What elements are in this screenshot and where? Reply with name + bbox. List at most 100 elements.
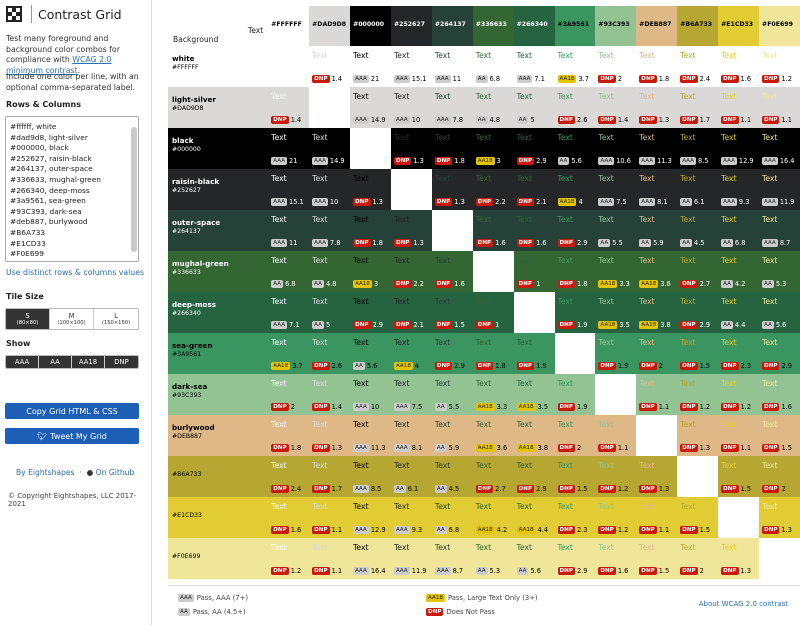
sample-text: Text xyxy=(271,92,287,101)
grid-cell xyxy=(554,333,596,374)
grid-cell: Text AA18 3 xyxy=(350,251,391,292)
badge-dnp: DNP xyxy=(762,526,780,534)
grid-cell: Text DNP 1.7 xyxy=(677,87,719,128)
badge-dnp: DNP xyxy=(721,116,739,124)
grid-row: light-silver #DAD9D8 Text DNP 1.4 Text AAA 14.9… xyxy=(168,87,800,128)
show-label: Show xyxy=(6,339,31,348)
sample-text: Text xyxy=(353,174,369,183)
corner-background-label: Background xyxy=(173,35,219,44)
brand[interactable]: Contrast Grid xyxy=(6,5,122,23)
github-link[interactable]: On Github xyxy=(96,468,135,477)
sample-text: Text xyxy=(680,256,696,265)
tweet-label: Tweet My Grid xyxy=(50,431,107,441)
about-wcag-link[interactable]: About WCAG 2.0 contrast xyxy=(699,600,788,608)
grid-cell: Text DNP 1.8 xyxy=(431,128,473,169)
distinct-values-link[interactable]: Use distinct rows & columns values xyxy=(6,268,144,277)
show-option-dnp[interactable]: DNP xyxy=(105,356,138,368)
legend-aa18-text: Pass, Large Text Only (3+) xyxy=(447,594,538,602)
copyright: © Copyright Eightshapes, LLC 2017-2021 xyxy=(8,492,137,508)
tile-size-option[interactable]: L (150×150) xyxy=(94,309,138,329)
sample-text: Text xyxy=(353,92,369,101)
contrast-ratio: 5.5 xyxy=(612,239,623,247)
sample-text: Text xyxy=(680,133,696,142)
badge-aa: AA xyxy=(516,567,529,575)
badge-dnp: DNP xyxy=(312,444,330,452)
column-header: #E1CD33 xyxy=(718,6,760,46)
contrast-ratio: 1.3 xyxy=(781,526,792,534)
contrast-ratio: 1.6 xyxy=(617,567,629,575)
row-header: light-silver #DAD9D8 xyxy=(168,87,269,128)
badge-aa18: AA18 xyxy=(598,280,618,288)
contrast-ratio: 5.3 xyxy=(775,280,787,288)
contrast-result: DNP 2.9 xyxy=(680,321,710,329)
badge-dnp: DNP xyxy=(434,198,453,206)
grid-cell: Text DNP 1.5 xyxy=(759,415,800,456)
show-filter: AAA AA AA18 DNP xyxy=(5,355,139,369)
contrast-ratio: 8.7 xyxy=(452,567,464,575)
contrast-result: AA18 4.4 xyxy=(516,526,548,534)
badge-aaa: AAA xyxy=(353,567,369,575)
contrast-ratio: 21 xyxy=(289,157,298,165)
legend-aa: AA Pass, AA (4.5+) xyxy=(178,608,246,616)
grid-cell: Text AAA 11.3 xyxy=(350,415,391,456)
colors-textarea[interactable]: #ffffff, white #dad9d8, light-silver #00… xyxy=(5,116,139,262)
sample-text: Text xyxy=(639,174,655,183)
tile-size-option[interactable]: S (80×80) xyxy=(6,309,50,329)
badge-aa18: AA18 xyxy=(353,280,372,288)
sample-text: Text xyxy=(680,543,696,552)
tweet-button[interactable]: 🐦︎ Tweet My Grid xyxy=(5,428,139,444)
row-name: raisin-black xyxy=(172,177,220,186)
grid-cell: Text DNP 2.7 xyxy=(677,251,719,292)
contrast-result: AA 6.8 xyxy=(475,75,500,83)
eightshapes-link[interactable]: By Eightshapes xyxy=(16,468,75,477)
badge-aa: AA xyxy=(434,526,447,534)
row-header: white #FFFFFF xyxy=(168,46,269,87)
grid-cell: Text AA18 4 xyxy=(390,333,432,374)
show-option-aaa[interactable]: AAA xyxy=(6,356,39,368)
show-option-aa18[interactable]: AA18 xyxy=(72,356,105,368)
legend-dnp-text: Does Not Pass xyxy=(446,608,495,616)
grid-cell: Text DNP 1.2 xyxy=(759,46,800,87)
grid-cell: Text DNP 1.1 xyxy=(759,87,800,128)
badge-dnp: DNP xyxy=(639,526,657,534)
contrast-ratio: 1.6 xyxy=(536,239,547,247)
contrast-ratio: 10 xyxy=(370,403,380,411)
badge-aa: AA xyxy=(762,280,774,288)
grid-cell: Text AAA 8.7 xyxy=(759,210,800,251)
badge-dnp: DNP xyxy=(762,116,780,124)
grid-cell: Text AAA 7.8 xyxy=(431,87,473,128)
sample-text: Text xyxy=(516,51,532,60)
sample-text: Text xyxy=(557,379,573,388)
contrast-result: AA 4.4 xyxy=(721,321,745,329)
grid-cell: Text AAA 16.4 xyxy=(759,128,800,169)
badge-dnp: DNP xyxy=(271,403,289,411)
legend-dnp: DNP Does Not Pass xyxy=(426,608,495,616)
sample-text: Text xyxy=(271,461,287,470)
sample-text: Text xyxy=(598,502,614,511)
contrast-result: DNP 1.4 xyxy=(312,75,342,83)
show-option-aa[interactable]: AA xyxy=(39,356,72,368)
contrast-result: DNP 2.7 xyxy=(475,485,506,493)
sample-text: Text xyxy=(680,174,696,183)
grid-cell: Text AA18 3 xyxy=(472,128,514,169)
column-header: #3A9561 xyxy=(554,6,596,46)
contrast-result: AA 6.8 xyxy=(271,280,296,288)
badge-dnp: DNP xyxy=(475,198,494,206)
sample-text: Text xyxy=(271,297,287,306)
contrast-ratio: 1.1 xyxy=(658,526,670,534)
sample-text: Text xyxy=(598,543,614,552)
sample-text: Text xyxy=(434,543,451,552)
contrast-result: AA 4.8 xyxy=(475,116,500,124)
contrast-result: DNP 1.2 xyxy=(721,403,751,411)
sample-text: Text xyxy=(557,92,573,101)
sample-text: Text xyxy=(475,420,492,429)
textarea-scrollbar[interactable] xyxy=(131,127,137,252)
copy-grid-button[interactable]: Copy Grid HTML & CSS xyxy=(5,403,139,419)
contrast-ratio: 4 xyxy=(414,362,420,370)
contrast-result: DNP 2.6 xyxy=(557,116,587,124)
grid-cell: Text DNP 1.3 xyxy=(759,497,800,538)
tile-size-option[interactable]: M (100×100) xyxy=(50,309,94,329)
row-name: deep-moss xyxy=(172,300,217,309)
sample-text: Text xyxy=(271,174,287,183)
row-hex: #3A9561 xyxy=(172,351,202,358)
